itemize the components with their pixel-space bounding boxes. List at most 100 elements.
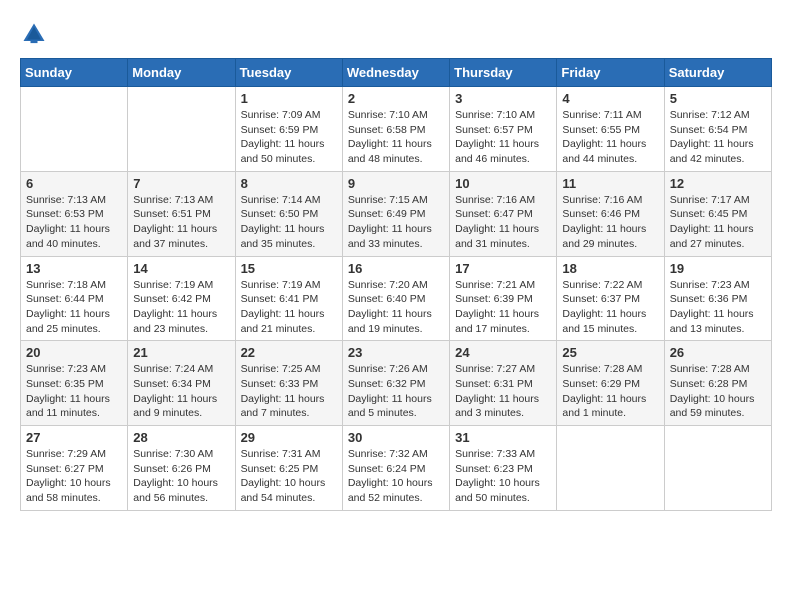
day-number: 28 bbox=[133, 430, 229, 445]
cell-text-line: Sunset: 6:39 PM bbox=[455, 293, 533, 305]
cell-text-line: Daylight: 11 hours and 42 minutes. bbox=[670, 138, 754, 165]
calendar-cell: 25 Sunrise: 7:28 AMSunset: 6:29 PMDayligh… bbox=[557, 341, 664, 426]
cell-text-line: Sunrise: 7:09 AM bbox=[241, 109, 321, 121]
cell-text-line: Daylight: 11 hours and 23 minutes. bbox=[133, 308, 217, 335]
calendar-cell bbox=[557, 426, 664, 511]
cell-text-line: Sunset: 6:53 PM bbox=[26, 208, 104, 220]
cell-text-line: Daylight: 11 hours and 31 minutes. bbox=[455, 223, 539, 250]
cell-text-line: Sunrise: 7:23 AM bbox=[26, 363, 106, 375]
cell-text-line: Daylight: 11 hours and 29 minutes. bbox=[562, 223, 646, 250]
cell-text-line: Sunset: 6:57 PM bbox=[455, 124, 533, 136]
day-number: 25 bbox=[562, 345, 658, 360]
cell-content: Sunrise: 7:20 AMSunset: 6:40 PMDaylight:… bbox=[348, 278, 444, 337]
header-thursday: Thursday bbox=[450, 59, 557, 87]
day-number: 15 bbox=[241, 261, 337, 276]
day-number: 30 bbox=[348, 430, 444, 445]
cell-text-line: Sunset: 6:23 PM bbox=[455, 463, 533, 475]
calendar-cell: 6Sunrise: 7:13 AMSunset: 6:53 PMDaylight… bbox=[21, 171, 128, 256]
cell-text-line: Daylight: 10 hours and 54 minutes. bbox=[241, 477, 326, 504]
calendar-week-row: 20Sunrise: 7:23 AMSunset: 6:35 PMDayligh… bbox=[21, 341, 772, 426]
calendar-cell: 11Sunrise: 7:16 AMSunset: 6:46 PMDayligh… bbox=[557, 171, 664, 256]
cell-text-line: Daylight: 11 hours and 15 minutes. bbox=[562, 308, 646, 335]
cell-text-line: Daylight: 10 hours and 50 minutes. bbox=[455, 477, 540, 504]
cell-text-line: Sunset: 6:27 PM bbox=[26, 463, 104, 475]
calendar-cell: 23Sunrise: 7:26 AMSunset: 6:32 PMDayligh… bbox=[342, 341, 449, 426]
cell-text-line: Sunrise: 7:17 AM bbox=[670, 194, 750, 206]
day-number: 19 bbox=[670, 261, 766, 276]
day-number: 26 bbox=[670, 345, 766, 360]
day-number: 24 bbox=[455, 345, 551, 360]
cell-content: Sunrise: 7:12 AMSunset: 6:54 PMDaylight:… bbox=[670, 108, 766, 167]
day-number: 21 bbox=[133, 345, 229, 360]
calendar-cell: 8Sunrise: 7:14 AMSunset: 6:50 PMDaylight… bbox=[235, 171, 342, 256]
cell-text-line: Daylight: 10 hours and 58 minutes. bbox=[26, 477, 111, 504]
cell-text-line: Sunrise: 7:10 AM bbox=[348, 109, 428, 121]
cell-text-line: Daylight: 11 hours and 1 minute. bbox=[562, 393, 646, 420]
day-number: 9 bbox=[348, 176, 444, 191]
calendar-cell: 24 Sunrise: 7:27 AMSunset: 6:31 PMDayligh… bbox=[450, 341, 557, 426]
cell-text-line: Sunset: 6:50 PM bbox=[241, 208, 319, 220]
cell-text-line: Sunset: 6:25 PM bbox=[241, 463, 319, 475]
calendar-cell bbox=[21, 87, 128, 172]
calendar-cell: 27Sunrise: 7:29 AMSunset: 6:27 PMDayligh… bbox=[21, 426, 128, 511]
header-tuesday: Tuesday bbox=[235, 59, 342, 87]
cell-content: Sunrise: 7:31 AM Sunset: 6:25 PM Daylight:… bbox=[241, 447, 337, 506]
cell-text-line: Sunrise: 7:19 AM bbox=[133, 279, 213, 291]
calendar-cell: 5Sunrise: 7:12 AMSunset: 6:54 PMDaylight… bbox=[664, 87, 771, 172]
cell-text-line: Sunrise: 7:24 AM bbox=[133, 363, 213, 375]
calendar-cell: 21 Sunrise: 7:24 AM Sunset: 6:34 PM Dayligh… bbox=[128, 341, 235, 426]
cell-text-line: Sunset: 6:49 PM bbox=[348, 208, 426, 220]
cell-content: Sunrise: 7:27 AMSunset: 6:31 PMDaylight:… bbox=[455, 362, 551, 421]
cell-content: Sunrise: 7:28 AMSunset: 6:29 PMDaylight:… bbox=[562, 362, 658, 421]
cell-text-line: Daylight: 11 hours and 9 minutes. bbox=[133, 393, 217, 420]
cell-text-line: Daylight: 11 hours and 27 minutes. bbox=[670, 223, 754, 250]
cell-content: Sunrise: 7:16 AM Sunset: 6:47 PM Daylight:… bbox=[455, 193, 551, 252]
calendar-week-row: 27Sunrise: 7:29 AMSunset: 6:27 PMDayligh… bbox=[21, 426, 772, 511]
calendar-cell: 26 Sunrise: 7:28 AMSunset: 6:28 PMDayligh… bbox=[664, 341, 771, 426]
cell-text-line: Daylight: 10 hours and 56 minutes. bbox=[133, 477, 218, 504]
cell-text-line: Sunrise: 7:25 AM bbox=[241, 363, 321, 375]
cell-text-line: Daylight: 11 hours and 50 minutes. bbox=[241, 138, 325, 165]
cell-text-line: Sunrise: 7:20 AM bbox=[348, 279, 428, 291]
calendar-cell: 13Sunrise: 7:18 AMSunset: 6:44 PMDayligh… bbox=[21, 256, 128, 341]
cell-content: Sunrise: 7:19 AM Sunset: 6:42 PM Daylight:… bbox=[133, 278, 229, 337]
cell-text-line: Daylight: 11 hours and 19 minutes. bbox=[348, 308, 432, 335]
cell-content: Sunrise: 7:17 AMSunset: 6:45 PMDaylight:… bbox=[670, 193, 766, 252]
calendar-cell: 19Sunrise: 7:23 AMSunset: 6:36 PMDayligh… bbox=[664, 256, 771, 341]
cell-text-line: Sunrise: 7:31 AM bbox=[241, 448, 321, 460]
cell-text-line: Sunrise: 7:26 AM bbox=[348, 363, 428, 375]
cell-text-line: Sunset: 6:31 PM bbox=[455, 378, 533, 390]
cell-text-line: Daylight: 11 hours and 37 minutes. bbox=[133, 223, 217, 250]
cell-text-line: Sunrise: 7:22 AM bbox=[562, 279, 642, 291]
cell-text-line: Sunrise: 7:13 AM bbox=[133, 194, 213, 206]
day-number: 13 bbox=[26, 261, 122, 276]
cell-text-line: Sunset: 6:54 PM bbox=[670, 124, 748, 136]
cell-text-line: Sunset: 6:34 PM bbox=[133, 378, 211, 390]
cell-text-line: Sunset: 6:58 PM bbox=[348, 124, 426, 136]
cell-text-line: Sunrise: 7:16 AM bbox=[455, 194, 535, 206]
cell-text-line: Sunset: 6:42 PM bbox=[133, 293, 211, 305]
calendar-cell: 30Sunrise: 7:32 AMSunset: 6:24 PMDayligh… bbox=[342, 426, 449, 511]
cell-text-line: Daylight: 11 hours and 48 minutes. bbox=[348, 138, 432, 165]
page-header bbox=[20, 20, 772, 48]
logo bbox=[20, 20, 52, 48]
cell-text-line: Daylight: 11 hours and 21 minutes. bbox=[241, 308, 325, 335]
cell-text-line: Daylight: 11 hours and 35 minutes. bbox=[241, 223, 325, 250]
cell-text-line: Sunset: 6:47 PM bbox=[455, 208, 533, 220]
day-number: 4 bbox=[562, 91, 658, 106]
cell-content: Sunrise: 7:28 AMSunset: 6:28 PMDaylight:… bbox=[670, 362, 766, 421]
calendar-cell: 12Sunrise: 7:17 AMSunset: 6:45 PMDayligh… bbox=[664, 171, 771, 256]
cell-text-line: Sunrise: 7:11 AM bbox=[562, 109, 641, 121]
day-number: 23 bbox=[348, 345, 444, 360]
cell-content: Sunrise: 7:11 AMSunset: 6:55 PMDaylight:… bbox=[562, 108, 658, 167]
calendar-header-row: SundayMondayTuesdayWednesdayThursdayFrid… bbox=[21, 59, 772, 87]
calendar-cell: 17Sunrise: 7:21 AMSunset: 6:39 PMDayligh… bbox=[450, 256, 557, 341]
cell-text-line: Sunset: 6:59 PM bbox=[241, 124, 319, 136]
cell-content: Sunrise: 7:13 AMSunset: 6:53 PMDaylight:… bbox=[26, 193, 122, 252]
calendar-week-row: 13Sunrise: 7:18 AMSunset: 6:44 PMDayligh… bbox=[21, 256, 772, 341]
calendar-cell: 28Sunrise: 7:30 AMSunset: 6:26 PMDayligh… bbox=[128, 426, 235, 511]
cell-content: Sunrise: 7:09 AM Sunset: 6:59 PM Daylight:… bbox=[241, 108, 337, 167]
cell-text-line: Sunset: 6:37 PM bbox=[562, 293, 640, 305]
day-number: 8 bbox=[241, 176, 337, 191]
day-number: 18 bbox=[562, 261, 658, 276]
